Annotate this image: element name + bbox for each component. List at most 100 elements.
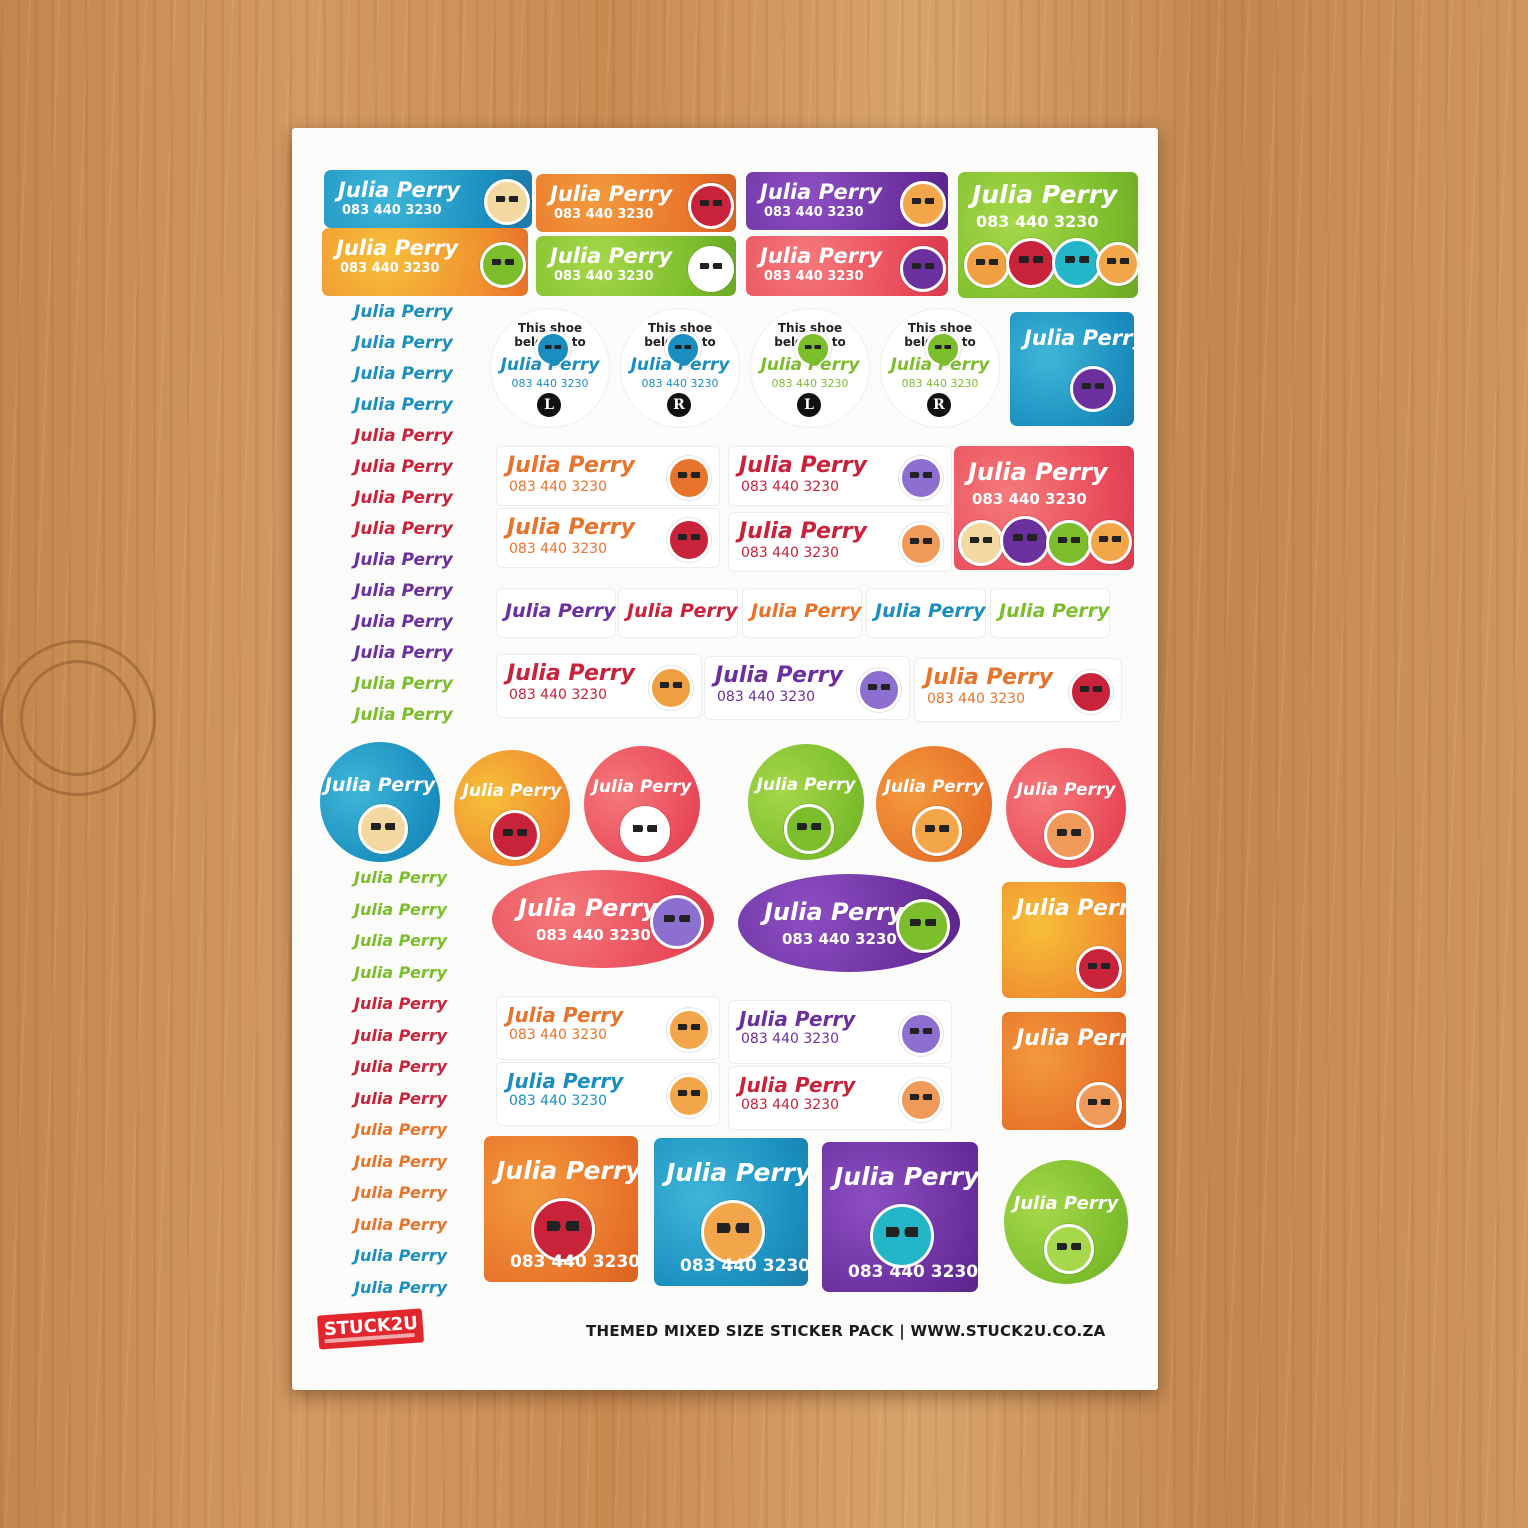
label-name: Julia Perry [592, 777, 692, 798]
label-name: Julia Perry [968, 458, 1108, 486]
small-name-label: Julia Perry [354, 550, 453, 570]
small-name-label: Julia Perry [354, 1277, 448, 1297]
label-name: Julia Perry [756, 775, 856, 796]
sheet-footer: THEMED MIXED SIZE STICKER PACK | WWW.STU… [586, 1322, 1106, 1340]
small-name-label: Julia Perry [354, 962, 448, 982]
label-name: Julia Perry [739, 1007, 856, 1031]
animal-icon [1070, 366, 1116, 412]
animal-icon [1006, 238, 1056, 288]
small-name-label: Julia Perry [354, 868, 448, 887]
white-label: Julia Perry [742, 588, 862, 638]
label-phone: 083 440 3230 [342, 203, 442, 218]
name-label: Julia Perry 083 440 3230 [322, 228, 528, 296]
label-phone: 083 440 3230 [764, 205, 864, 220]
label-name: Julia Perry [972, 180, 1118, 209]
animal-icon [1052, 238, 1102, 288]
shoe-label-name: Julia Perry [890, 355, 990, 375]
label-phone: 083 440 3230 [509, 479, 607, 495]
round-label: Julia Perry [748, 744, 864, 860]
small-name-label: Julia Perry [354, 1120, 448, 1139]
shoe-label-phone: 083 440 3230 [901, 377, 979, 390]
white-label: Julia Perry 083 440 3230 [496, 996, 720, 1060]
label-phone: 083 440 3230 [848, 1262, 978, 1282]
label-name: Julia Perry [739, 519, 867, 544]
small-name-label: Julia Perry [354, 302, 453, 322]
white-label: Julia Perry 083 440 3230 [496, 654, 702, 718]
animal-icon [900, 181, 946, 227]
shoe-side-badge: R [927, 393, 951, 417]
animal-icon [1044, 810, 1094, 861]
label-name: Julia Perry [1016, 1026, 1126, 1051]
animal-icon [480, 242, 526, 288]
label-name: Julia Perry [834, 1162, 978, 1191]
label-name: Julia Perry [1016, 780, 1116, 801]
oval-label: Julia Perry 083 440 3230 [738, 874, 960, 972]
name-label: Julia Perry 083 440 3230 [536, 236, 736, 296]
label-phone: 083 440 3230 [509, 1093, 607, 1109]
large-label: Julia Perry 083 440 3230 [958, 172, 1138, 298]
round-label: Julia Perry [454, 750, 570, 866]
label-phone: 083 440 3230 [554, 269, 654, 284]
label-name: Julia Perry [507, 1069, 624, 1093]
large-label: Julia Perry 083 440 3230 [954, 446, 1134, 570]
animal-icon [1069, 670, 1113, 714]
animal-icon [701, 1200, 765, 1264]
white-label: Julia Perry 083 440 3230 [704, 656, 910, 720]
label-name: Julia Perry [739, 1073, 856, 1097]
animal-icon [784, 804, 834, 855]
small-name-label: Julia Perry [354, 488, 453, 508]
label-name: Julia Perry [496, 1156, 638, 1185]
small-name-label: Julia Perry [354, 333, 453, 353]
name-label: Julia Perry 083 440 3230 [324, 170, 532, 228]
animal-icon [896, 899, 950, 953]
label-name: Julia Perry [999, 600, 1110, 622]
shoe-label: This shoe belongs toJulia Perry083 440 3… [490, 308, 610, 428]
animal-icon [1076, 946, 1122, 992]
label-phone: 083 440 3230 [972, 490, 1087, 508]
white-label: Julia Perry [866, 588, 986, 638]
label-phone: 083 440 3230 [782, 930, 897, 948]
sticker-sheet: Julia Perry 083 440 3230 Julia Perry 083 44… [292, 128, 1158, 1390]
label-name: Julia Perry [764, 898, 904, 926]
animal-icon [484, 179, 530, 225]
shoe-label-phone: 083 440 3230 [641, 377, 719, 390]
large-label: Julia Perry 083 440 3230 [484, 1136, 638, 1282]
label-name: Julia Perry [518, 894, 658, 922]
label-name: Julia Perry [550, 244, 673, 268]
shoe-label: This shoe belongs toJulia Perry083 440 3… [750, 308, 870, 428]
label-name: Julia Perry [760, 244, 883, 268]
label-name: Julia Perry [884, 777, 984, 798]
animal-icon [667, 518, 711, 562]
label-phone: 083 440 3230 [536, 926, 651, 944]
animal-icon [667, 1008, 711, 1052]
animal-icon [912, 806, 962, 857]
shoe-side-badge: L [537, 393, 561, 417]
label-phone: 083 440 3230 [509, 541, 607, 557]
label-phone: 083 440 3230 [764, 269, 864, 284]
square-label: Julia Perry [1010, 312, 1134, 426]
animal-icon [870, 1204, 934, 1268]
animal-icon [650, 895, 704, 949]
label-name: Julia Perry [739, 453, 867, 478]
name-label: Julia Perry 083 440 3230 [746, 236, 948, 296]
shoe-side-badge: L [797, 393, 821, 417]
label-phone: 083 440 3230 [509, 687, 607, 703]
label-name: Julia Perry [507, 661, 635, 686]
label-phone: 083 440 3230 [510, 1252, 638, 1272]
label-name: Julia Perry [1024, 326, 1134, 350]
animal-icon [358, 804, 408, 855]
animal-icon [899, 1012, 943, 1056]
square-label: Julia Perry [1002, 1012, 1126, 1130]
label-phone: 083 440 3230 [509, 1027, 607, 1043]
white-label: Julia Perry 083 440 3230 [728, 1066, 952, 1130]
animal-icon [688, 183, 734, 229]
label-name: Julia Perry [507, 515, 635, 540]
label-name: Julia Perry [666, 1158, 808, 1187]
white-label: Julia Perry 083 440 3230 [496, 446, 720, 506]
wood-knot [20, 660, 136, 776]
white-label: Julia Perry 083 440 3230 [728, 512, 952, 572]
label-name: Julia Perry [462, 781, 562, 802]
round-label: Julia Perry [1004, 1160, 1128, 1284]
square-label: Julia Perry [1002, 882, 1126, 998]
shoe-label-phone: 083 440 3230 [511, 377, 589, 390]
